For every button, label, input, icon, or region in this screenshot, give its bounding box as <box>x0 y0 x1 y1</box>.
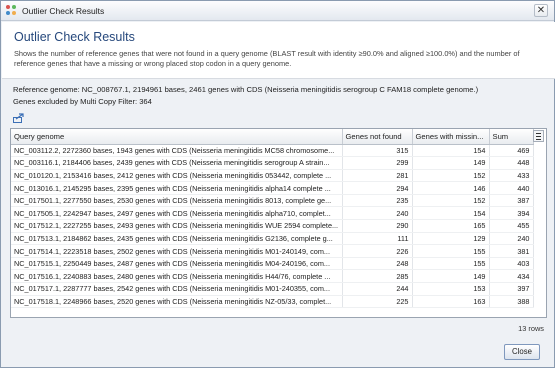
table-row[interactable]: NC_017513.1, 2184862 bases, 2435 genes w… <box>11 232 534 246</box>
genes-not-found-cell: 111 <box>342 232 413 246</box>
sum-cell: 387 <box>489 194 534 208</box>
table-row[interactable]: NC_003112.2, 2272360 bases, 1943 genes w… <box>11 144 534 158</box>
query-genome-cell: NC_017512.1, 2227255 bases, 2493 genes w… <box>11 219 343 233</box>
table-row[interactable]: NC_017518.1, 2248966 bases, 2520 genes w… <box>11 295 534 309</box>
genes-not-found-cell: 225 <box>342 295 413 309</box>
genes-not-found-cell: 290 <box>342 219 413 233</box>
header-panel: Outlier Check Results Shows the number o… <box>2 22 555 79</box>
genes-missing-stop-cell: 155 <box>412 257 490 271</box>
table-row[interactable]: NC_017515.1, 2250449 bases, 2487 genes w… <box>11 257 534 271</box>
sum-cell: 397 <box>489 282 534 296</box>
column-header-sum[interactable]: Sum <box>489 129 534 145</box>
genes-not-found-cell: 240 <box>342 206 413 221</box>
sum-cell: 433 <box>489 169 534 183</box>
description-text: Shows the number of reference genes that… <box>14 49 520 68</box>
table-row[interactable]: NC_017514.1, 2223518 bases, 2502 genes w… <box>11 244 534 258</box>
sum-cell: 434 <box>489 269 534 284</box>
sum-cell: 403 <box>489 257 534 271</box>
genes-not-found-cell: 299 <box>342 156 413 170</box>
table-row[interactable]: NC_017516.1, 2240883 bases, 2480 genes w… <box>11 269 534 284</box>
query-genome-cell: NC_017518.1, 2248966 bases, 2520 genes w… <box>11 295 343 309</box>
genes-not-found-cell: 285 <box>342 269 413 284</box>
reference-genome-info: Reference genome: NC_008767.1, 2194961 b… <box>13 85 479 94</box>
genes-missing-stop-cell: 149 <box>412 156 490 170</box>
genes-missing-stop-cell: 155 <box>412 244 490 258</box>
table-row[interactable]: NC_013016.1, 2145295 bases, 2395 genes w… <box>11 181 534 195</box>
sum-cell: 381 <box>489 244 534 258</box>
sum-cell: 448 <box>489 156 534 170</box>
row-count-label: 13 rows <box>518 324 544 333</box>
query-genome-cell: NC_017516.1, 2240883 bases, 2480 genes w… <box>11 269 343 284</box>
genes-missing-stop-cell: 165 <box>412 219 490 233</box>
genes-missing-stop-cell: 154 <box>412 144 490 158</box>
sum-cell: 455 <box>489 219 534 233</box>
table-header-row: Query genome Genes not found Genes with … <box>11 129 534 145</box>
results-table[interactable]: Query genome Genes not found Genes with … <box>10 128 547 318</box>
genes-not-found-cell: 248 <box>342 257 413 271</box>
window-close-button[interactable]: ✕ <box>534 4 548 17</box>
genes-not-found-cell: 235 <box>342 194 413 208</box>
sum-cell: 440 <box>489 181 534 195</box>
query-genome-cell: NC_003116.1, 2184406 bases, 2439 genes w… <box>11 156 343 170</box>
sum-cell: 388 <box>489 295 534 309</box>
query-genome-cell: NC_013016.1, 2145295 bases, 2395 genes w… <box>11 181 343 195</box>
query-genome-cell: NC_017513.1, 2184862 bases, 2435 genes w… <box>11 232 343 246</box>
sum-cell: 394 <box>489 206 534 221</box>
query-genome-cell: NC_017515.1, 2250449 bases, 2487 genes w… <box>11 257 343 271</box>
app-logo-icon <box>6 5 17 16</box>
sum-cell: 240 <box>489 232 534 246</box>
genes-not-found-cell: 226 <box>342 244 413 258</box>
genes-missing-stop-cell: 152 <box>412 169 490 183</box>
dialog-window: Outlier Check Results ✕ Outlier Check Re… <box>0 0 555 368</box>
query-genome-cell: NC_017514.1, 2223518 bases, 2502 genes w… <box>11 244 343 258</box>
table-row[interactable]: NC_010120.1, 2153416 bases, 2412 genes w… <box>11 169 534 183</box>
genes-missing-stop-cell: 149 <box>412 269 490 284</box>
query-genome-cell: NC_017501.1, 2277550 bases, 2530 genes w… <box>11 194 343 208</box>
genes-not-found-cell: 281 <box>342 169 413 183</box>
table-row[interactable]: NC_017512.1, 2227255 bases, 2493 genes w… <box>11 219 534 233</box>
column-chooser-icon[interactable] <box>533 130 544 142</box>
table-row[interactable]: NC_003116.1, 2184406 bases, 2439 genes w… <box>11 156 534 170</box>
table-row[interactable]: NC_017505.1, 2242947 bases, 2497 genes w… <box>11 206 534 221</box>
query-genome-cell: NC_010120.1, 2153416 bases, 2412 genes w… <box>11 169 343 183</box>
genes-missing-stop-cell: 129 <box>412 232 490 246</box>
query-genome-cell: NC_017517.1, 2287777 bases, 2542 genes w… <box>11 282 343 296</box>
table-row[interactable]: NC_017517.1, 2287777 bases, 2542 genes w… <box>11 282 534 296</box>
genes-missing-stop-cell: 152 <box>412 194 490 208</box>
column-header-genes-missing-stop[interactable]: Genes with missin... <box>412 129 490 145</box>
sum-cell: 469 <box>489 144 534 158</box>
genes-missing-stop-cell: 153 <box>412 282 490 296</box>
export-arrow-icon[interactable] <box>13 113 25 123</box>
query-genome-cell: NC_017505.1, 2242947 bases, 2497 genes w… <box>11 206 343 221</box>
genes-not-found-cell: 315 <box>342 144 413 158</box>
genes-not-found-cell: 294 <box>342 181 413 195</box>
window-title: Outlier Check Results <box>22 5 105 16</box>
excluded-genes-info: Genes excluded by Multi Copy Filter: 364 <box>13 97 152 106</box>
close-button[interactable]: Close <box>504 344 540 360</box>
genes-missing-stop-cell: 146 <box>412 181 490 195</box>
query-genome-cell: NC_003112.2, 2272360 bases, 1943 genes w… <box>11 144 343 158</box>
column-header-query-genome[interactable]: Query genome <box>11 129 343 145</box>
page-title: Outlier Check Results <box>14 30 135 44</box>
title-bar[interactable]: Outlier Check Results ✕ <box>1 1 554 21</box>
genes-missing-stop-cell: 154 <box>412 206 490 221</box>
genes-not-found-cell: 244 <box>342 282 413 296</box>
column-header-genes-not-found[interactable]: Genes not found <box>342 129 413 145</box>
genes-missing-stop-cell: 163 <box>412 295 490 309</box>
table-row[interactable]: NC_017501.1, 2277550 bases, 2530 genes w… <box>11 194 534 208</box>
